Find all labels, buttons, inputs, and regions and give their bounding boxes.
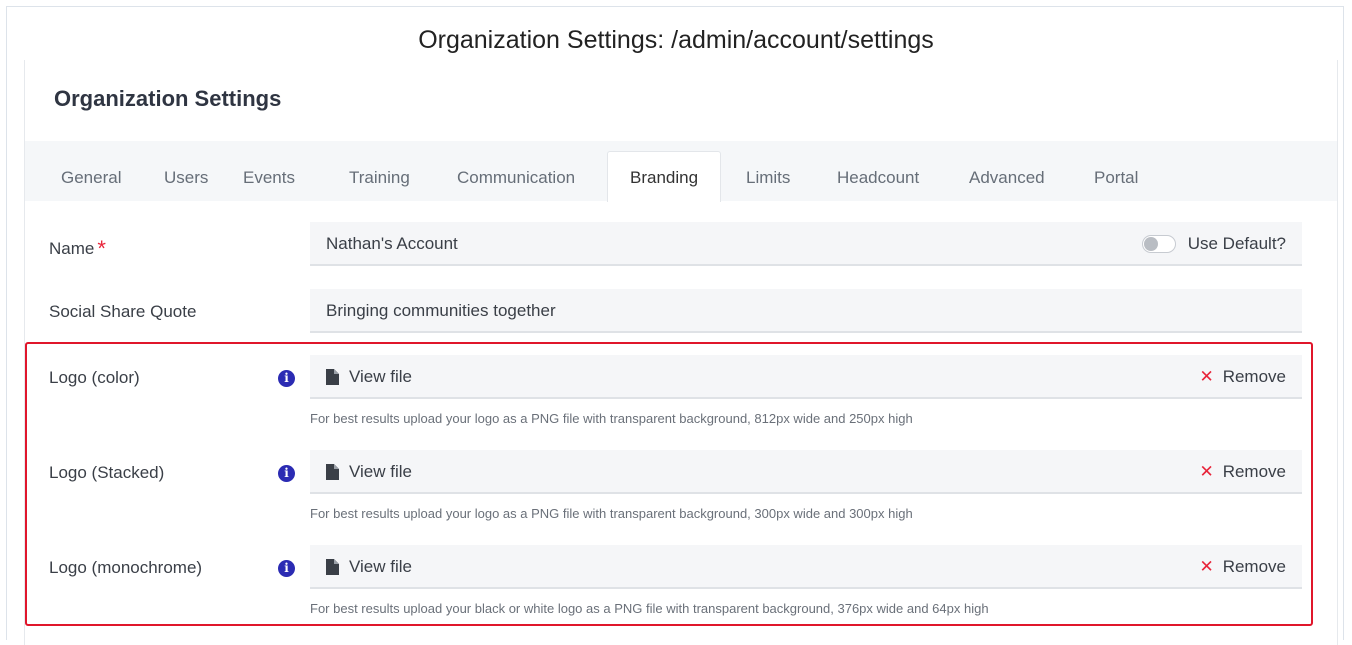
info-icon[interactable]: i [278, 465, 295, 482]
tab-general[interactable]: General [61, 141, 121, 201]
view-file-label: View file [349, 462, 412, 481]
name-field-value[interactable]: Nathan's Account [326, 234, 458, 254]
remove-label: Remove [1222, 462, 1286, 481]
use-default-control[interactable]: Use Default? [1141, 233, 1286, 255]
name-field[interactable]: Nathan's Account Use Default? [310, 222, 1302, 266]
view-file-link[interactable]: View file [326, 557, 412, 577]
file-icon [326, 369, 339, 385]
logo-color-field: View file ✕ Remove [310, 355, 1302, 399]
file-icon [326, 464, 339, 480]
name-label: Name * [49, 234, 106, 261]
logo-stacked-field: View file ✕ Remove [310, 450, 1302, 494]
close-icon: ✕ [1199, 367, 1214, 386]
tab-communication[interactable]: Communication [457, 141, 575, 201]
use-default-label: Use Default? [1187, 234, 1286, 253]
logo-color-label: Logo (color) [49, 368, 140, 387]
close-icon: ✕ [1199, 557, 1214, 576]
use-default-toggle[interactable] [1141, 235, 1176, 253]
remove-label: Remove [1222, 367, 1286, 386]
tab-headcount[interactable]: Headcount [837, 141, 919, 201]
info-icon[interactable]: i [278, 560, 295, 577]
name-label-text: Name [49, 239, 95, 258]
tab-portal[interactable]: Portal [1094, 141, 1138, 201]
logo-color-help: For best results upload your logo as a P… [310, 411, 913, 426]
social-share-value[interactable]: Bringing communities together [326, 301, 556, 321]
logo-monochrome-label: Logo (monochrome) [49, 558, 203, 577]
tab-limits[interactable]: Limits [746, 141, 790, 201]
page-title: Organization Settings [54, 86, 282, 111]
social-share-field[interactable]: Bringing communities together [310, 289, 1302, 333]
file-icon [326, 559, 339, 575]
logo-monochrome-help: For best results upload your black or wh… [310, 601, 989, 616]
remove-button[interactable]: ✕ Remove [1199, 462, 1286, 482]
tab-advanced[interactable]: Advanced [969, 141, 1045, 201]
page-caption: Organization Settings: /admin/account/se… [418, 26, 934, 54]
logo-stacked-help: For best results upload your logo as a P… [310, 506, 913, 521]
tab-training[interactable]: Training [349, 141, 410, 201]
view-file-label: View file [349, 367, 412, 386]
tab-bar: General Users Events Training Communicat… [25, 141, 1337, 202]
tab-users[interactable]: Users [164, 141, 208, 201]
info-icon[interactable]: i [278, 370, 295, 387]
logo-stacked-label: Logo (Stacked) [49, 463, 165, 482]
view-file-link[interactable]: View file [326, 462, 412, 482]
remove-button[interactable]: ✕ Remove [1199, 557, 1286, 577]
view-file-label: View file [349, 557, 412, 576]
tab-events[interactable]: Events [243, 141, 295, 201]
social-share-label: Social Share Quote [49, 302, 197, 321]
tab-branding[interactable]: Branding [607, 151, 722, 202]
required-marker: * [97, 236, 106, 261]
remove-button[interactable]: ✕ Remove [1199, 367, 1286, 387]
remove-label: Remove [1222, 557, 1286, 576]
view-file-link[interactable]: View file [326, 367, 412, 387]
close-icon: ✕ [1199, 462, 1214, 481]
toggle-knob [1143, 237, 1158, 251]
logo-monochrome-field: View file ✕ Remove [310, 545, 1302, 589]
